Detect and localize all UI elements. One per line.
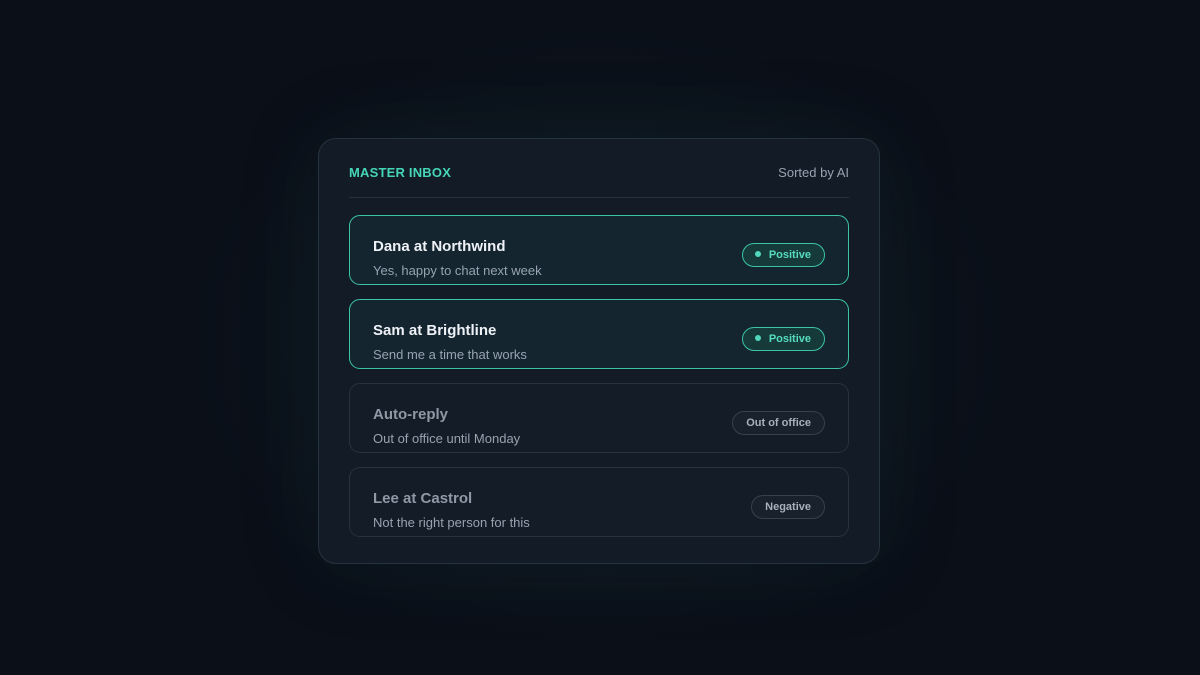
thread-row-dana[interactable]: Dana at Northwind Yes, happy to chat nex… [349,215,849,285]
thread-row-sam[interactable]: Sam at Brightline Send me a time that wo… [349,299,849,369]
status-badge-out-of-office: Out of office [732,411,825,435]
status-badge-positive: Positive [741,243,825,267]
inbox-header: MASTER INBOX Sorted by AI [349,163,849,198]
thread-preview: Send me a time that works [373,347,527,362]
inbox-title: MASTER INBOX [349,165,452,180]
status-dot-icon [754,335,761,341]
status-badge-positive: Positive [741,327,825,351]
thread-preview: Yes, happy to chat next week [373,263,542,278]
status-badge-label: Out of office [746,417,811,429]
thread-sender: Auto-reply [373,406,448,423]
master-inbox-panel: MASTER INBOX Sorted by AI Dana at Northw… [318,138,880,564]
thread-sender: Lee at Castrol [373,490,473,507]
thread-sender: Dana at Northwind [373,238,506,255]
sort-indicator[interactable]: Sorted by AI [778,165,849,180]
thread-sender: Sam at Brightline [373,322,497,339]
thread-row-auto-reply[interactable]: Auto-reply Out of office until Monday Ou… [349,383,849,453]
thread-preview: Out of office until Monday [373,431,521,446]
status-badge-label: Negative [765,501,811,513]
thread-row-lee[interactable]: Lee at Castrol Not the right person for … [349,467,849,537]
status-dot-icon [754,251,761,257]
thread-list: Dana at Northwind Yes, happy to chat nex… [349,215,849,551]
status-badge-label: Positive [768,333,811,345]
app-background: MASTER INBOX Sorted by AI Dana at Northw… [0,0,1200,675]
thread-preview: Not the right person for this [373,515,530,530]
status-badge-negative: Negative [751,495,825,519]
status-badge-label: Positive [768,249,811,261]
